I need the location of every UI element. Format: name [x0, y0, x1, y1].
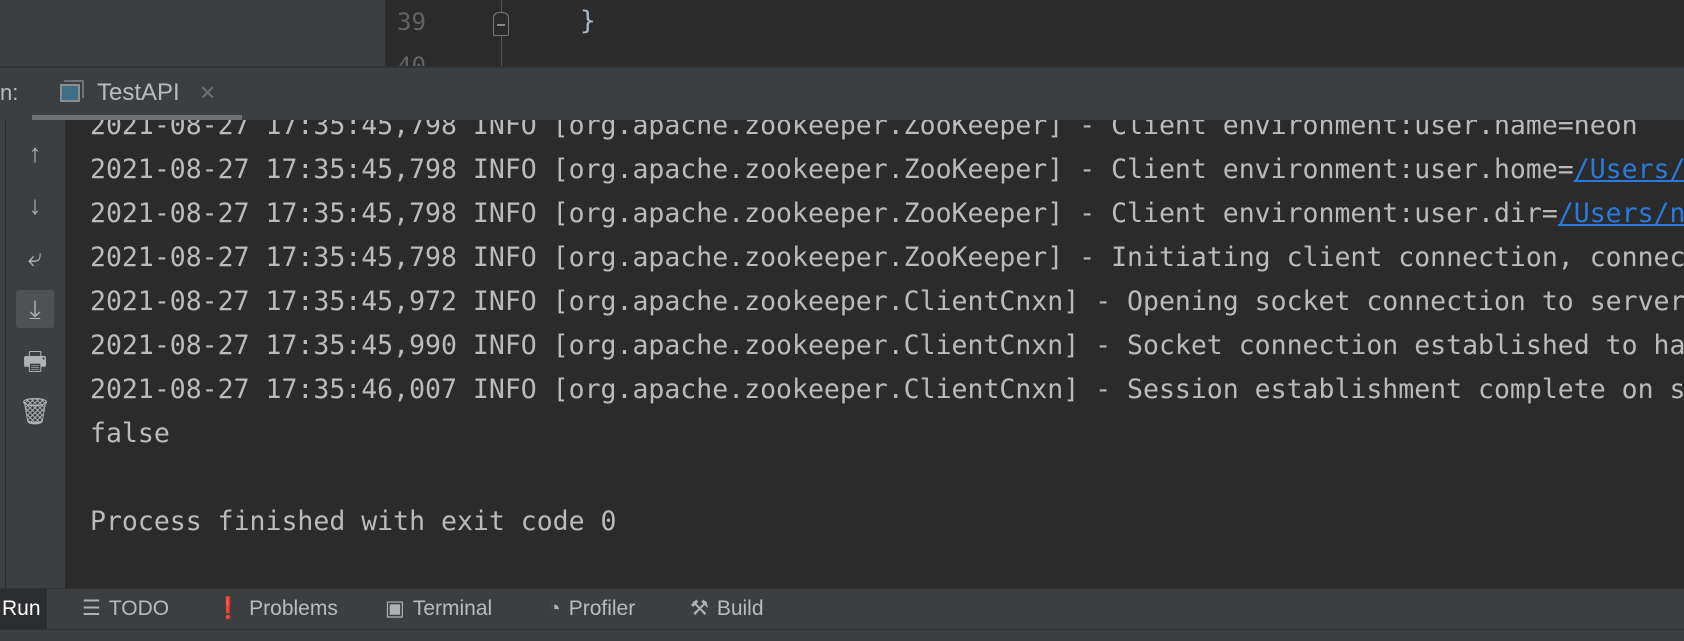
fold-icon[interactable]: [493, 12, 509, 36]
tool-window-profiler[interactable]: ◔ Profiler: [548, 589, 635, 629]
console-line-text: 2021-08-27 17:35:45,972 INFO [org.apache…: [90, 286, 1684, 317]
tool-window-label: Run: [2, 597, 41, 620]
tool-window-label: Terminal: [412, 597, 493, 620]
console-line-text: 2021-08-27 17:35:45,798 INFO [org.apache…: [90, 154, 1574, 185]
console-line: 2021-08-27 17:35:45,990 INFO [org.apache…: [90, 324, 1684, 368]
terminal-icon: ▣: [385, 597, 405, 620]
console-output[interactable]: 2021-08-27 17:35:45,798 INFO [org.apache…: [65, 120, 1684, 588]
tab-title: TestAPI: [97, 79, 180, 106]
tool-window-label: Build: [716, 597, 764, 620]
console-line: 2021-08-27 17:35:45,798 INFO [org.apache…: [90, 120, 1638, 148]
console-line-text: 2021-08-27 17:35:45,798 INFO [org.apache…: [90, 242, 1684, 273]
code-line: }: [580, 6, 596, 36]
path-link[interactable]: /Users/n: [1558, 198, 1684, 229]
print-icon[interactable]: 🖶: [16, 342, 54, 380]
tab-testapi[interactable]: TestAPI ×: [32, 68, 242, 120]
console-line: 2021-08-27 17:35:45,972 INFO [org.apache…: [90, 280, 1684, 324]
console-line: 2021-08-27 17:35:45,798 INFO [org.apache…: [90, 148, 1684, 192]
trash-icon[interactable]: 🗑: [16, 392, 54, 430]
tool-window-label: TODO: [108, 597, 170, 620]
scroll-to-end-icon[interactable]: ⤓: [16, 290, 54, 328]
tool-window-problems[interactable]: ❗ Problems: [215, 589, 338, 629]
console-line-text: 2021-08-27 17:35:45,990 INFO [org.apache…: [90, 330, 1684, 361]
console-line: Process finished with exit code 0: [90, 500, 617, 544]
console-line: 2021-08-27 17:35:45,798 INFO [org.apache…: [90, 236, 1684, 280]
console-line: 2021-08-27 17:35:46,007 INFO [org.apache…: [90, 368, 1684, 412]
up-arrow-icon[interactable]: ↑: [16, 134, 54, 172]
tool-window-todo[interactable]: ☰ TODO: [82, 589, 169, 629]
close-icon[interactable]: ×: [200, 77, 215, 108]
line-number: 39: [397, 8, 426, 36]
tool-window-bar: Run ☰ TODO ❗ Problems ▣ Terminal ◔ Profiler ⚒ Buil…: [0, 588, 1684, 629]
problems-icon: ❗: [215, 597, 242, 620]
tool-window-run[interactable]: Run: [0, 589, 47, 629]
run-label: n:: [0, 80, 19, 105]
console-line-text: 2021-08-27 17:35:46,007 INFO [org.apache…: [90, 374, 1684, 405]
profiler-icon: ◔: [548, 597, 561, 620]
code-editor[interactable]: 39 40 }: [385, 0, 1684, 67]
list-icon: ☰: [82, 597, 101, 620]
tool-window-label: Problems: [249, 597, 338, 620]
soft-wrap-icon[interactable]: ⤶: [16, 238, 54, 276]
tool-window-label: Profiler: [568, 597, 636, 620]
console-window-icon: [60, 80, 84, 102]
tool-window-terminal[interactable]: ▣ Terminal: [385, 589, 492, 629]
editor-left-pane: [0, 0, 385, 67]
run-panel-header: n: TestAPI ×: [0, 68, 1684, 120]
console-line: false: [90, 412, 170, 456]
console-line-text: false: [90, 418, 170, 449]
status-bar: [0, 629, 1684, 641]
hammer-icon: ⚒: [690, 597, 709, 620]
path-link[interactable]: /Users/: [1574, 154, 1684, 185]
line-number: 40: [397, 52, 426, 67]
console-line-text: Process finished with exit code 0: [90, 506, 617, 537]
down-arrow-icon[interactable]: ↓: [16, 186, 54, 224]
console-line: 2021-08-27 17:35:45,798 INFO [org.apache…: [90, 192, 1684, 236]
console-line-text: 2021-08-27 17:35:45,798 INFO [org.apache…: [90, 120, 1638, 141]
run-toolbar: ↑ ↓ ⤶ ⤓ 🖶 🗑: [0, 120, 65, 588]
tool-window-build[interactable]: ⚒ Build: [690, 589, 764, 629]
console-line-text: 2021-08-27 17:35:45,798 INFO [org.apache…: [90, 198, 1558, 229]
